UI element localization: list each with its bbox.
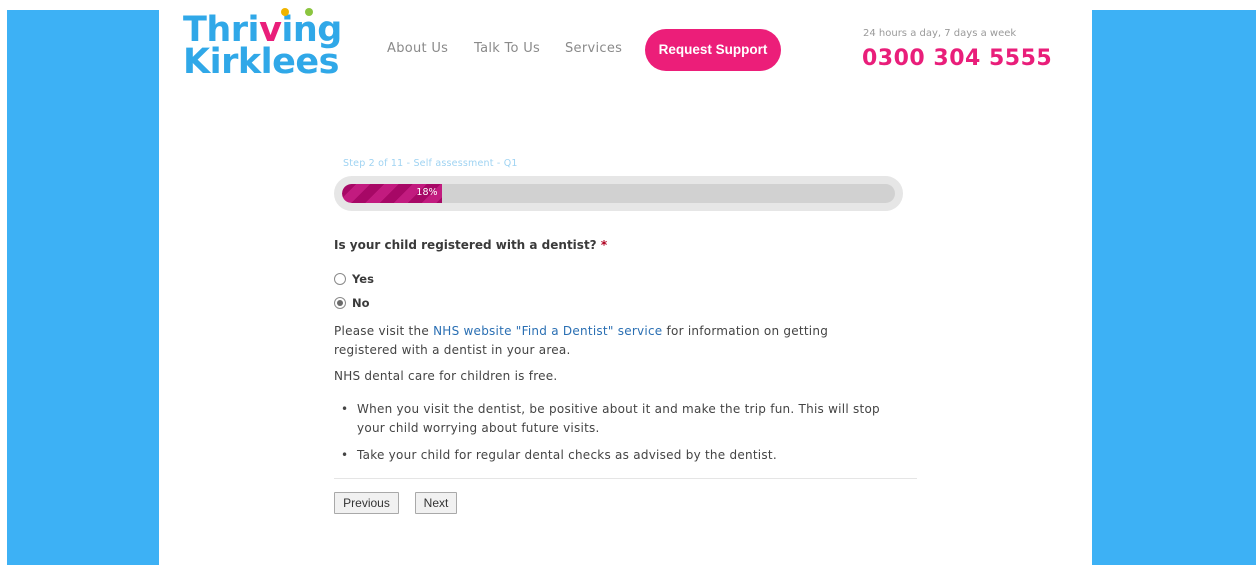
option-no-label[interactable]: No	[352, 296, 370, 310]
progress-track: 18%	[342, 184, 895, 203]
logo-text-b: ing	[281, 10, 342, 50]
option-no[interactable]: No	[334, 296, 370, 310]
visit-text-pre: Please visit the	[334, 324, 434, 338]
visit-info-text: Please visit the NHS website "Find a Den…	[334, 322, 894, 360]
find-a-dentist-link[interactable]: NHS website "Find a Dentist" service	[433, 324, 662, 338]
nav-talk-to-us[interactable]: Talk To Us	[474, 41, 540, 56]
phone-number[interactable]: 0300 304 5555	[862, 46, 1052, 71]
logo-yellow-dot	[281, 8, 289, 16]
divider	[334, 478, 917, 479]
nav-services[interactable]: Services	[565, 41, 622, 56]
option-yes-label[interactable]: Yes	[352, 272, 374, 286]
logo-line-1: Thriving	[183, 8, 342, 48]
step-label: Step 2 of 11 - Self assessment - Q1	[343, 158, 518, 169]
radio-yes[interactable]	[334, 273, 346, 285]
list-item: When you visit the dentist, be positive …	[341, 400, 911, 438]
left-blue-panel	[7, 10, 159, 565]
logo-heart-letter: v	[259, 10, 282, 50]
free-care-text: NHS dental care for children is free.	[334, 369, 558, 383]
progress-fill: 18%	[342, 184, 442, 203]
advice-list: When you visit the dentist, be positive …	[341, 400, 911, 473]
previous-button[interactable]: Previous	[334, 492, 399, 514]
hours-text: 24 hours a day, 7 days a week	[863, 28, 1017, 39]
right-blue-panel	[1092, 10, 1256, 565]
radio-no[interactable]	[334, 297, 346, 309]
progress-bar: 18%	[334, 176, 903, 211]
logo-line-2: Kirklees	[183, 42, 339, 82]
nav-about-us[interactable]: About Us	[387, 41, 448, 56]
option-yes[interactable]: Yes	[334, 272, 374, 286]
required-marker: *	[600, 238, 608, 252]
next-button[interactable]: Next	[415, 492, 457, 514]
progress-percent: 18%	[416, 187, 438, 198]
list-item: Take your child for regular dental check…	[341, 446, 911, 465]
question-text: Is your child registered with a dentist?	[334, 238, 597, 252]
question-label: Is your child registered with a dentist?…	[334, 238, 607, 252]
logo-green-dot	[305, 8, 313, 16]
site-logo[interactable]: Thriving Kirklees	[183, 8, 342, 82]
logo-text-a: Thri	[183, 10, 260, 50]
request-support-button[interactable]: Request Support	[645, 29, 781, 71]
